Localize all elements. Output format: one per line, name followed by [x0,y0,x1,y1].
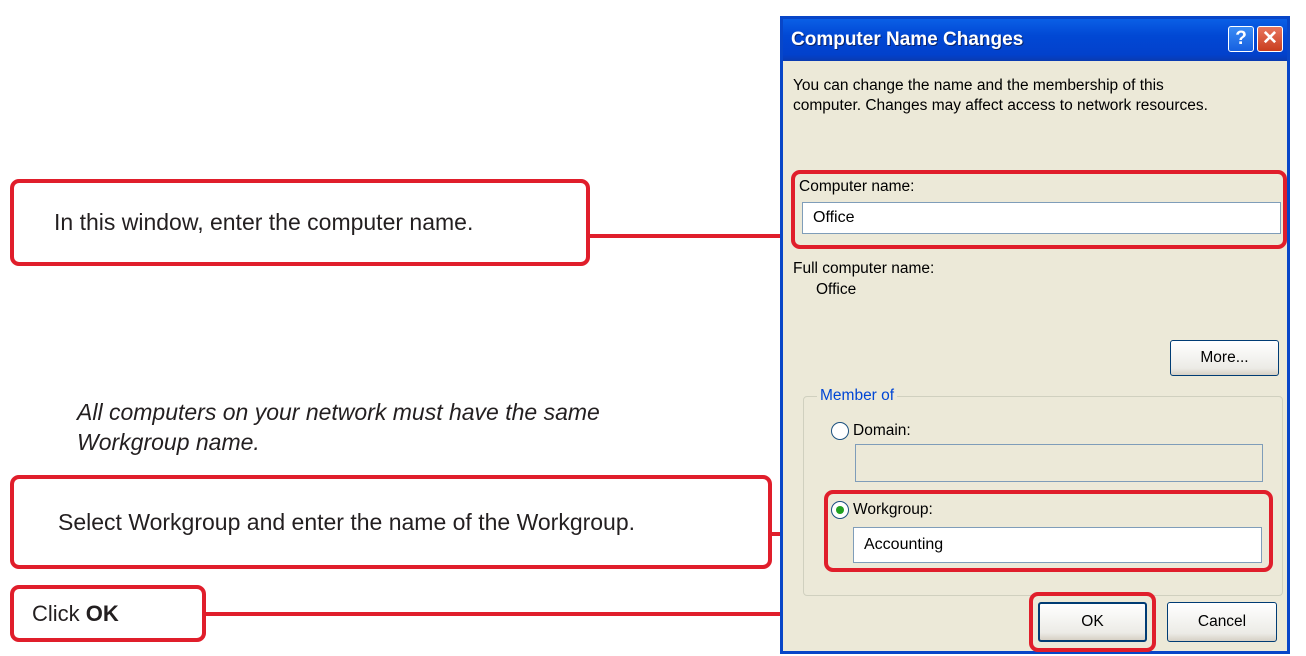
more-button[interactable]: More... [1170,340,1279,376]
cancel-button[interactable]: Cancel [1167,602,1277,642]
full-computer-name-label-text: Full computer name: [793,260,935,277]
domain-input[interactable] [855,444,1263,482]
full-computer-name-value: Office [816,280,856,300]
computer-name-changes-dialog: Computer Name Changes ? ✕ You can change… [780,16,1290,654]
more-button-label: More... [1200,349,1249,366]
callout-computer-name-text: In this window, enter the computer name. [54,209,474,235]
callout-computer-name: In this window, enter the computer name. [10,179,590,266]
callout-click-ok-bold: OK [85,600,119,626]
close-icon: ✕ [1262,28,1278,49]
domain-radio[interactable] [831,422,849,440]
callout-click-ok-prefix: Click [32,600,86,626]
dialog-titlebar: Computer Name Changes ? ✕ [783,19,1287,61]
connector-computer-name [590,234,790,238]
help-button[interactable]: ? [1228,26,1254,52]
workgroup-highlight [824,490,1273,572]
close-button[interactable]: ✕ [1257,26,1283,52]
workgroup-note-line1: All computers on your network must have … [77,399,600,425]
workgroup-note: All computers on your network must have … [77,397,600,457]
help-icon: ? [1235,28,1247,49]
member-of-label: Member of [817,387,898,405]
dialog-description: You can change the name and the membersh… [793,76,1208,116]
domain-label[interactable]: Domain: [853,421,911,441]
ok-button-highlight [1029,592,1156,652]
callout-click-ok: Click OK [10,585,206,642]
workgroup-note-line2: Workgroup name. [77,429,260,455]
callout-workgroup: Select Workgroup and enter the name of t… [10,475,772,569]
dialog-title: Computer Name Changes [791,29,1024,50]
full-computer-name-label: Full computer name: [793,259,934,279]
callout-workgroup-text: Select Workgroup and enter the name of t… [58,508,636,535]
member-of-label-text: Member of [820,387,895,404]
dialog-description-line2: computer. Changes may affect access to n… [793,97,1208,114]
dialog-description-line1: You can change the name and the membersh… [793,77,1164,94]
computer-name-highlight [791,170,1287,249]
cancel-button-label: Cancel [1197,613,1247,630]
domain-label-text: Domain: [853,422,911,439]
full-computer-name-value-text: Office [816,281,857,298]
